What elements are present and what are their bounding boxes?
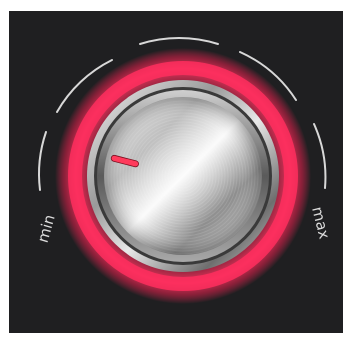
volume-knob[interactable] (97, 90, 269, 262)
dial-scene: min max (34, 37, 334, 304)
scale-tick-segment (38, 131, 47, 191)
scale-tick-segment (139, 37, 219, 45)
knob-shading (104, 97, 262, 255)
min-label: min (34, 213, 59, 245)
max-label: max (308, 205, 333, 241)
scale-tick-segment (313, 123, 327, 189)
